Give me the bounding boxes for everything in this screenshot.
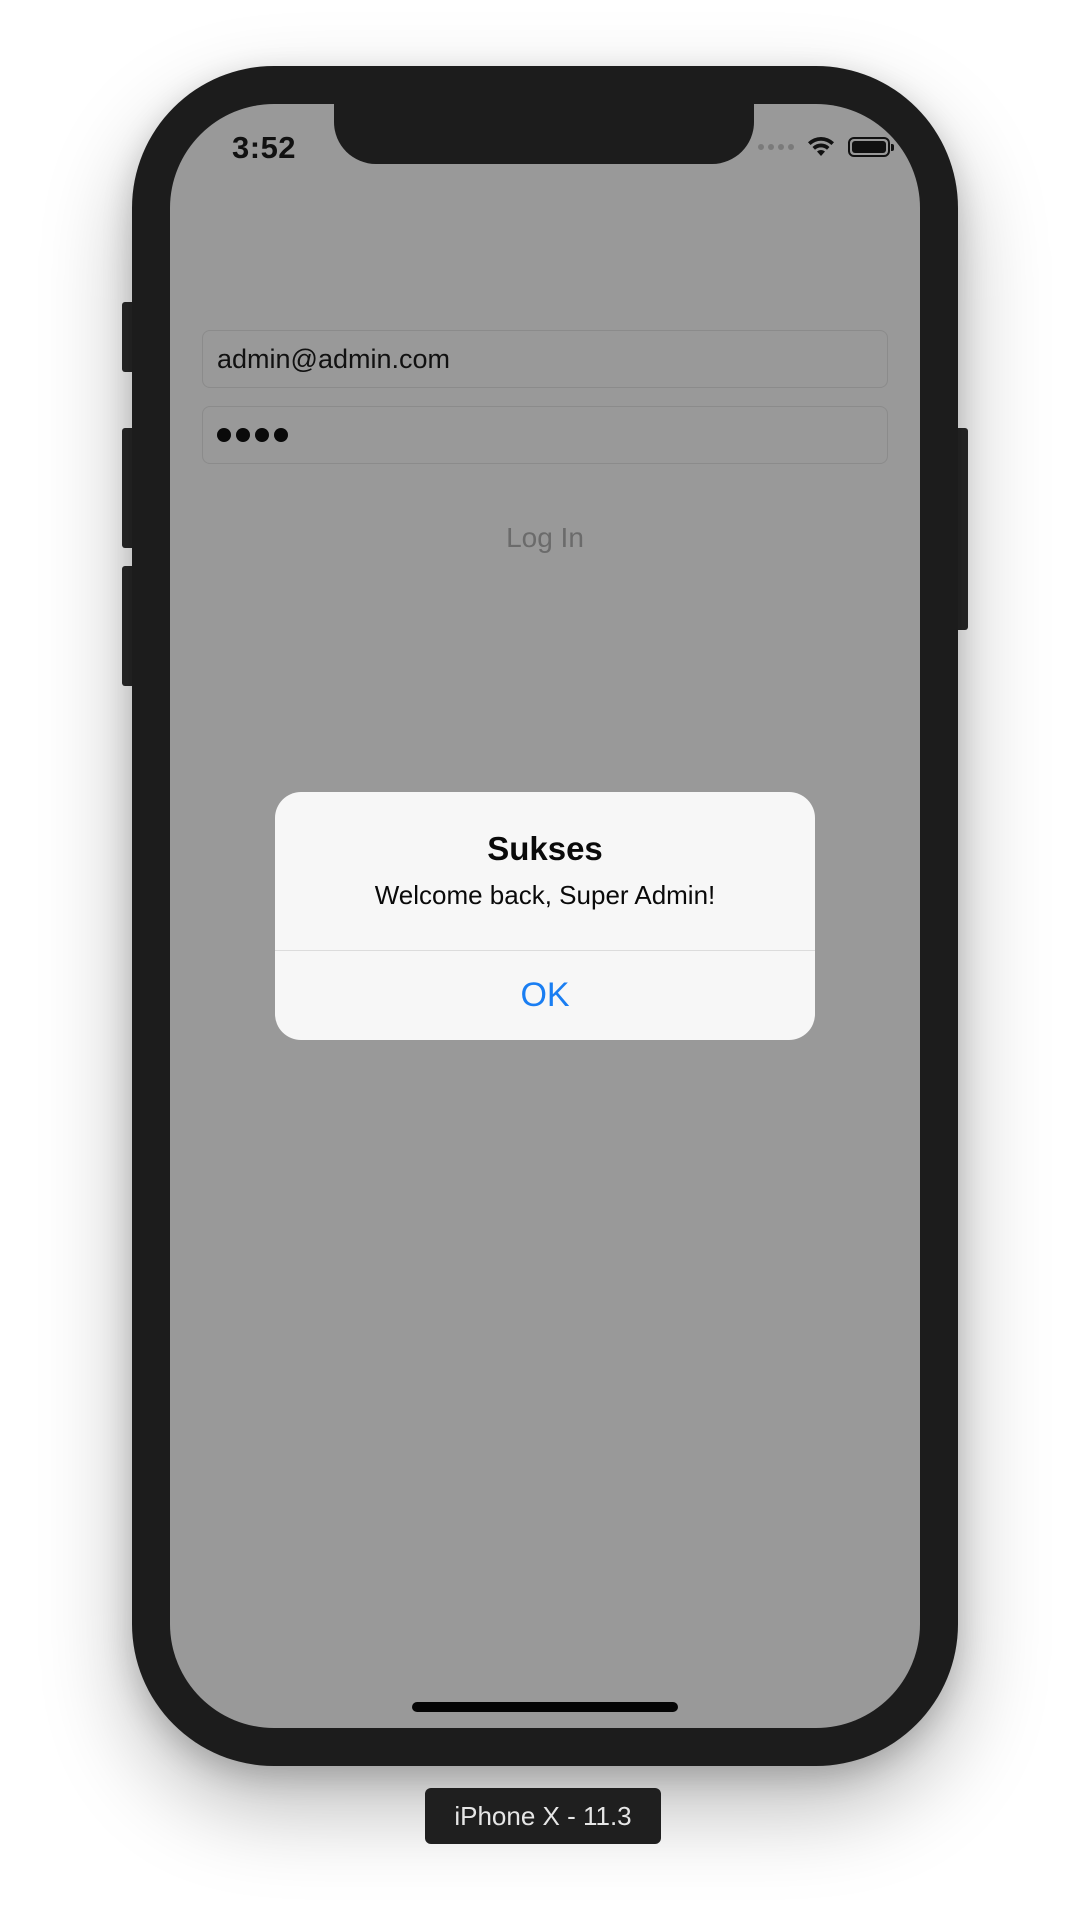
- alert-ok-button[interactable]: OK: [275, 951, 815, 1040]
- alert-message: Welcome back, Super Admin!: [374, 880, 716, 910]
- notch: [334, 104, 754, 164]
- email-field[interactable]: admin@admin.com: [202, 330, 888, 388]
- alert-title: Sukses: [487, 830, 603, 867]
- password-field[interactable]: [202, 406, 888, 464]
- email-value: admin@admin.com: [217, 343, 450, 374]
- home-indicator[interactable]: [412, 1702, 678, 1712]
- cellular-signal-icon: [758, 144, 794, 150]
- device-label: iPhone X - 11.3: [425, 1788, 661, 1844]
- status-time: 3:52: [232, 130, 297, 165]
- password-mask: [217, 428, 288, 442]
- login-button[interactable]: Log In: [170, 522, 920, 554]
- simulator-stage: 3:52 admin@admin.com Log In Sukses Welco…: [0, 0, 1090, 1928]
- alert-dialog: Sukses Welcome back, Super Admin! OK: [275, 792, 815, 1040]
- status-icons: [758, 136, 894, 158]
- battery-icon: [848, 137, 894, 157]
- wifi-icon: [808, 136, 834, 156]
